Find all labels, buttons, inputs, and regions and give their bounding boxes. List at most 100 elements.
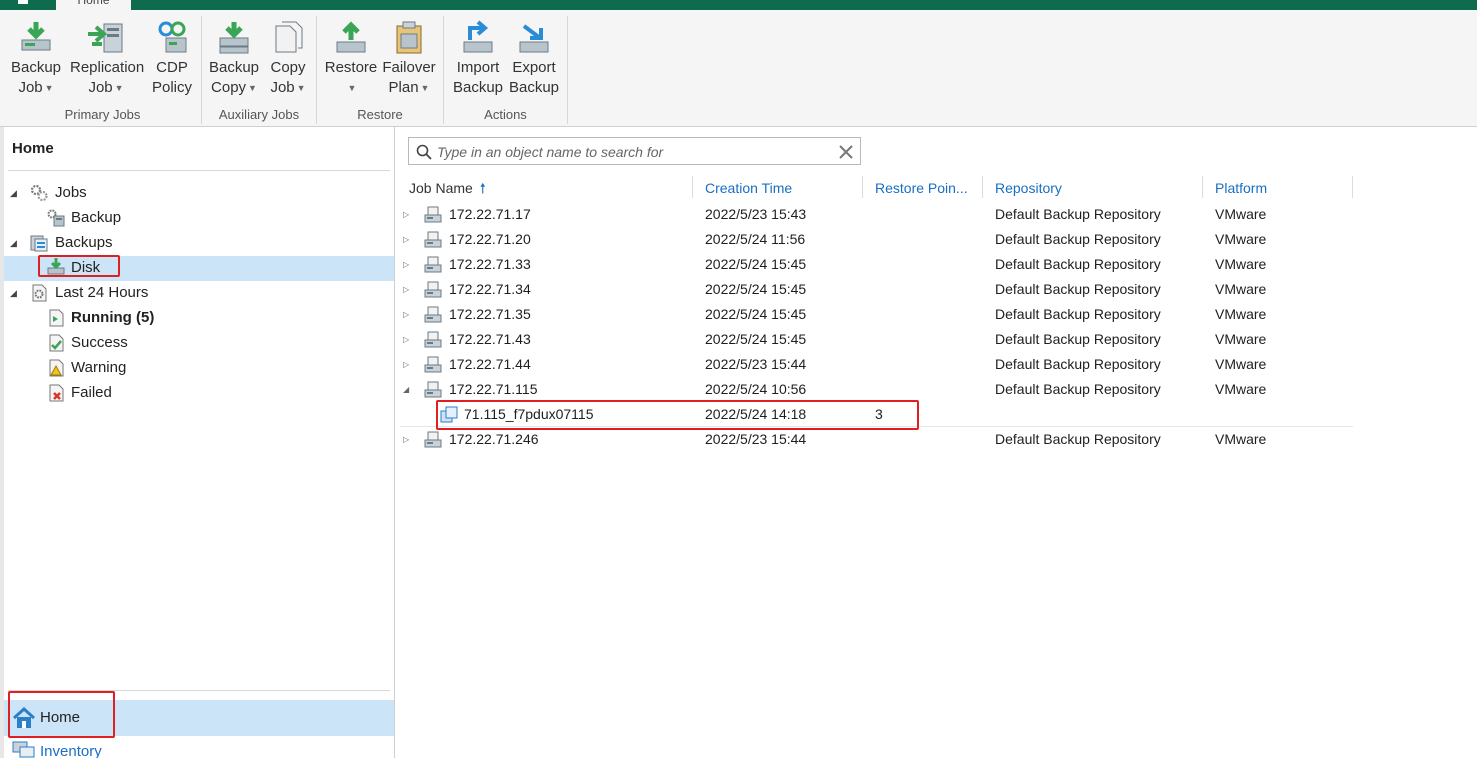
tree-item-running[interactable]: Running (5) xyxy=(10,306,390,330)
last-24-hours-icon xyxy=(32,284,47,302)
table-row[interactable]: ▷ 172.22.71.246 2022/5/23 15:44 Default … xyxy=(400,427,1353,452)
restore-button[interactable]: Restore ▼ xyxy=(323,20,379,106)
backup-server-icon xyxy=(424,231,442,248)
tree-item-jobs[interactable]: ◢ Jobs xyxy=(10,181,390,205)
table-row[interactable]: ▷ 172.22.71.20 2022/5/24 11:56 Default B… xyxy=(400,227,1353,252)
inventory-icon xyxy=(12,741,35,758)
column-header-job-name[interactable]: Job Name 🠕 xyxy=(409,177,486,199)
ribbon-group-label: Actions xyxy=(484,107,527,122)
column-divider[interactable] xyxy=(692,176,693,198)
backup-server-icon xyxy=(424,281,442,298)
collapse-arrow-icon[interactable]: ◢ xyxy=(10,231,22,255)
collapse-arrow-icon[interactable]: ◢ xyxy=(10,281,22,305)
home-icon xyxy=(12,707,36,728)
copy-job-icon xyxy=(275,21,303,53)
expand-arrow-icon[interactable]: ▷ xyxy=(403,302,409,327)
expand-arrow-icon[interactable]: ▷ xyxy=(403,277,409,302)
column-divider[interactable] xyxy=(862,176,863,198)
expand-arrow-icon[interactable]: ▷ xyxy=(403,427,409,452)
gears-icon xyxy=(30,184,48,202)
backup-copy-icon xyxy=(219,22,249,54)
nav-button-inventory[interactable]: Inventory xyxy=(4,739,394,758)
expand-arrow-icon[interactable]: ▷ xyxy=(403,327,409,352)
expand-arrow-icon[interactable]: ▷ xyxy=(403,252,409,277)
column-header-creation-time[interactable]: Creation Time xyxy=(705,177,792,199)
dropdown-arrow-icon: ▼ xyxy=(248,83,257,94)
expand-arrow-icon[interactable]: ▷ xyxy=(403,202,409,227)
table-row[interactable]: ▷ 172.22.71.17 2022/5/23 15:43 Default B… xyxy=(400,202,1353,227)
table-row[interactable]: ▷ 172.22.71.44 2022/5/23 15:44 Default B… xyxy=(400,352,1353,377)
success-icon xyxy=(49,334,64,352)
import-backup-icon xyxy=(463,20,493,53)
pane-title: Home xyxy=(12,140,54,157)
collapse-arrow-icon[interactable]: ◢ xyxy=(403,377,409,402)
dropdown-arrow-icon: ▼ xyxy=(114,83,124,94)
navigation-pane: Home ◢ Jobs Backup ◢ Backups Disk ◢ Last… xyxy=(0,127,395,758)
backup-copy-button[interactable]: Backup Copy ▼ xyxy=(206,20,262,106)
tree-item-failed[interactable]: Failed xyxy=(10,381,390,405)
tree-item-success[interactable]: Success xyxy=(10,331,390,355)
tree-item-backup[interactable]: Backup xyxy=(10,206,390,230)
vm-icon xyxy=(440,406,458,423)
table-row[interactable]: ▷ 172.22.71.35 2022/5/24 15:45 Default B… xyxy=(400,302,1353,327)
replication-job-button[interactable]: Replication Job ▼ xyxy=(70,20,144,106)
ribbon-group-restore: Restore ▼ Failover Plan ▼ Restore xyxy=(317,16,444,124)
export-backup-icon xyxy=(519,24,549,53)
file-menu-tab[interactable] xyxy=(0,0,50,10)
backup-job-icon xyxy=(47,209,65,227)
copy-job-button[interactable]: Copy Job ▼ xyxy=(260,20,316,106)
replication-job-icon xyxy=(88,23,123,53)
table-row[interactable]: ▷ 172.22.71.43 2022/5/24 15:45 Default B… xyxy=(400,327,1353,352)
ribbon-group-label: Restore xyxy=(357,107,403,122)
sort-ascending-icon: 🠕 xyxy=(479,180,486,196)
dropdown-arrow-icon: ▼ xyxy=(296,83,306,94)
divider xyxy=(8,690,390,691)
backup-server-icon xyxy=(424,381,442,398)
tree-item-last-24-hours[interactable]: ◢ Last 24 Hours xyxy=(10,281,390,305)
title-tab-strip xyxy=(0,0,1477,10)
table-row[interactable]: ▷ 172.22.71.34 2022/5/24 15:45 Default B… xyxy=(400,277,1353,302)
search-input[interactable] xyxy=(437,142,827,162)
table-row-child[interactable]: 71.115_f7pdux07115 2022/5/24 14:18 3 xyxy=(400,402,1353,427)
search-box[interactable] xyxy=(408,137,861,165)
backup-server-icon xyxy=(424,331,442,348)
import-backup-button[interactable]: Import Backup xyxy=(450,20,506,106)
cdp-policy-button[interactable]: CDP Policy xyxy=(144,20,200,106)
table-row[interactable]: ▷ 172.22.71.33 2022/5/24 15:45 Default B… xyxy=(400,252,1353,277)
ribbon-group-auxiliary-jobs: Backup Copy ▼ Copy Job ▼ Auxiliary Jobs xyxy=(202,16,317,124)
dropdown-arrow-icon: ▼ xyxy=(347,83,357,94)
tree-item-warning[interactable]: Warning xyxy=(10,356,390,380)
disk-icon xyxy=(47,258,65,275)
divider xyxy=(8,170,390,171)
failed-icon xyxy=(49,384,64,402)
table-row[interactable]: ◢ 172.22.71.115 2022/5/24 10:56 Default … xyxy=(400,377,1353,402)
backup-server-icon xyxy=(424,256,442,273)
column-header-platform[interactable]: Platform xyxy=(1215,177,1267,199)
restore-icon xyxy=(336,21,366,53)
tree-item-backups[interactable]: ◢ Backups xyxy=(10,231,390,255)
collapse-arrow-icon[interactable]: ◢ xyxy=(10,181,22,205)
failover-plan-button[interactable]: Failover Plan ▼ xyxy=(381,20,437,106)
tree-item-disk[interactable]: Disk xyxy=(10,256,390,280)
warning-icon xyxy=(49,359,64,377)
clear-search-icon[interactable] xyxy=(838,144,854,160)
expand-arrow-icon[interactable]: ▷ xyxy=(403,352,409,377)
column-divider[interactable] xyxy=(1352,176,1353,198)
backup-server-icon xyxy=(424,206,442,223)
dropdown-arrow-icon: ▼ xyxy=(420,83,430,94)
backup-job-button[interactable]: Backup Job ▼ xyxy=(8,20,64,106)
backups-icon xyxy=(30,235,48,252)
failover-plan-icon xyxy=(396,21,422,54)
dropdown-arrow-icon: ▼ xyxy=(44,83,54,94)
export-backup-button[interactable]: Export Backup xyxy=(506,20,562,106)
backup-server-icon xyxy=(424,356,442,373)
nav-button-home[interactable]: Home xyxy=(4,700,394,736)
ribbon-group-actions: Import Backup Export Backup Actions xyxy=(444,16,568,124)
column-divider[interactable] xyxy=(1202,176,1203,198)
ribbon: Backup Job ▼ Replication Job ▼ CDP Policy xyxy=(0,10,1477,127)
column-header-restore-points[interactable]: Restore Poin... xyxy=(875,177,968,199)
expand-arrow-icon[interactable]: ▷ xyxy=(403,227,409,252)
backup-server-icon xyxy=(424,306,442,323)
column-divider[interactable] xyxy=(982,176,983,198)
column-header-repository[interactable]: Repository xyxy=(995,177,1062,199)
